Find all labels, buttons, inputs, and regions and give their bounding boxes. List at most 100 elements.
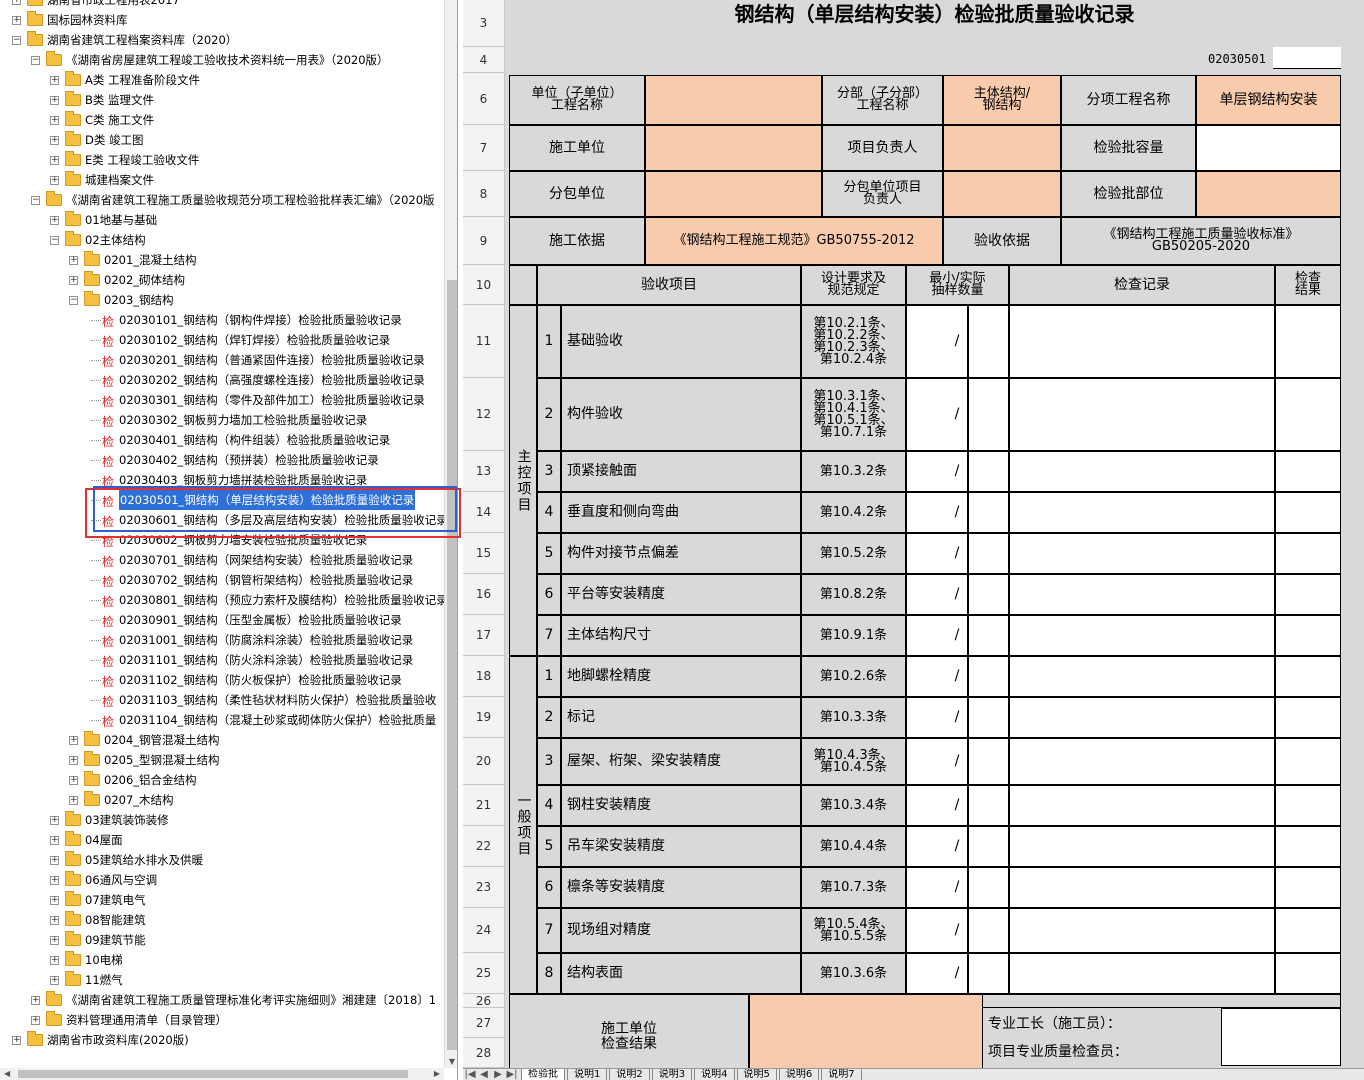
row-header[interactable]: 26 [463, 994, 505, 1008]
tree-horizontal-scrollbar[interactable]: ◀ ▶ [0, 1068, 444, 1080]
tree-item-folder[interactable]: − 02主体结构 [0, 230, 444, 250]
row-header[interactable]: 12 [463, 378, 505, 451]
expand-icon[interactable]: + [12, 0, 21, 5]
tree-item-folder[interactable]: +0201_混凝土结构 [0, 250, 444, 270]
sample-actual-field[interactable] [968, 615, 1009, 656]
tree-item-folder[interactable]: + 《湖南省建筑工程施工质量管理标准化考评实施细则》湘建建〔2018〕1 [0, 990, 444, 1010]
sample-actual-field[interactable] [968, 867, 1009, 908]
check-record-field[interactable] [1009, 908, 1275, 953]
row-header[interactable]: 21 [463, 785, 505, 826]
scroll-down-arrow-icon[interactable]: ▼ [445, 1057, 457, 1066]
check-record-field[interactable] [1009, 615, 1275, 656]
scroll-left-arrow-icon[interactable]: ◀ [4, 1068, 10, 1080]
check-result-field[interactable] [1275, 451, 1341, 492]
expand-icon[interactable]: + [12, 16, 21, 25]
row-header[interactable]: 17 [463, 615, 505, 656]
check-result-field[interactable] [1275, 615, 1341, 656]
sheet-tab[interactable]: 说明3 [651, 1069, 693, 1080]
expand-icon[interactable]: + [50, 856, 59, 865]
expand-icon[interactable]: + [50, 836, 59, 845]
expand-icon[interactable]: + [50, 116, 59, 125]
check-result-field[interactable] [1275, 826, 1341, 867]
sample-actual-field[interactable] [968, 953, 1009, 994]
sheet-tab[interactable]: 说明5 [736, 1069, 777, 1080]
row-header[interactable]: 20 [463, 738, 505, 785]
tree-item-document[interactable]: 检 02030201_钢结构（普通紧固件连接）检验批质量验收记录 [0, 350, 444, 370]
collapse-icon[interactable]: − [50, 236, 59, 245]
sub-pm-field[interactable] [943, 171, 1061, 217]
tree-item-folder[interactable]: +11燃气 [0, 970, 444, 990]
check-record-field[interactable] [1009, 451, 1275, 492]
doc-code-field[interactable] [1273, 47, 1341, 69]
sheet-tab[interactable]: 说明7 [821, 1069, 862, 1080]
tree-item-folder[interactable]: + 湖南省市政工程用表2017 [0, 0, 444, 10]
tree-item-folder[interactable]: +0202_砌体结构 [0, 270, 444, 290]
tree-item-folder[interactable]: + 资料管理通用清单（目录管理） [0, 1010, 444, 1030]
tree-item-document[interactable]: 检 02030602_钢板剪力墙安装检验批质量验收记录 [0, 530, 444, 550]
expand-icon[interactable]: + [69, 276, 78, 285]
tree-item-folder[interactable]: +01地基与基础 [0, 210, 444, 230]
sample-actual-field[interactable] [968, 492, 1009, 533]
row-header[interactable]: 4 [463, 47, 505, 73]
tree-item-folder[interactable]: + 国标园林资料库 [0, 10, 444, 30]
tab-scroll-arrow-icon[interactable]: |◀ [463, 1069, 477, 1080]
subcontractor-field[interactable] [645, 171, 822, 217]
check-record-field[interactable] [1009, 574, 1275, 615]
signature-field[interactable] [1221, 1008, 1341, 1066]
tree-item-document[interactable]: 检 02030401_钢结构（构件组装）检验批质量验收记录 [0, 430, 444, 450]
tree-item-folder[interactable]: +0204_钢管混凝土结构 [0, 730, 444, 750]
tree-item-document[interactable]: 检 02030301_钢结构（零件及部件加工）检验批质量验收记录 [0, 390, 444, 410]
sample-actual-field[interactable] [968, 697, 1009, 738]
tree-item-folder[interactable]: +09建筑节能 [0, 930, 444, 950]
check-result-field[interactable] [1275, 785, 1341, 826]
sample-actual-field[interactable] [968, 574, 1009, 615]
sample-actual-field[interactable] [968, 305, 1009, 378]
tree-item-folder[interactable]: +0207_木结构 [0, 790, 444, 810]
sheet-tab[interactable]: 说明6 [778, 1069, 820, 1080]
row-header[interactable]: 18 [463, 656, 505, 697]
row-header[interactable]: 27 [463, 1008, 505, 1038]
check-result-field[interactable] [1275, 656, 1341, 697]
sheet-tab[interactable]: 说明2 [609, 1069, 650, 1080]
row-header[interactable]: 24 [463, 908, 505, 953]
tree-item-document[interactable]: 检 02030202_钢结构（高强度螺栓连接）检验批质量验收记录 [0, 370, 444, 390]
tree-item-document[interactable]: 检 02030901_钢结构（压型金属板）检验批质量验收记录 [0, 610, 444, 630]
tree-item-document[interactable]: 检 02031102_钢结构（防火板保护）检验批质量验收记录 [0, 670, 444, 690]
contractor-field[interactable] [645, 125, 822, 171]
tree-item-document[interactable]: 检 02030403_钢板剪力墙拼装检验批质量验收记录 [0, 470, 444, 490]
collapse-icon[interactable]: − [31, 196, 40, 205]
tree-vertical-scrollbar[interactable]: ▼ [444, 0, 457, 1068]
check-record-field[interactable] [1009, 533, 1275, 574]
sample-actual-field[interactable] [968, 378, 1009, 451]
check-record-field[interactable] [1009, 738, 1275, 785]
expand-icon[interactable]: + [69, 256, 78, 265]
tree-item-folder[interactable]: + A类 工程准备阶段文件 [0, 70, 444, 90]
tree-item-folder[interactable]: − 0203_钢结构 [0, 290, 444, 310]
accept-basis-value[interactable]: 《钢结构工程施工质量验收标准》 GB50205-2020 [1061, 217, 1341, 265]
tree-item-folder[interactable]: +07建筑电气 [0, 890, 444, 910]
sample-actual-field[interactable] [968, 656, 1009, 697]
expand-icon[interactable]: + [50, 136, 59, 145]
basis-value[interactable]: 《钢结构工程施工规范》GB50755-2012 [645, 217, 943, 265]
row-header[interactable]: 10 [463, 265, 505, 305]
row-header[interactable]: 14 [463, 492, 505, 533]
tree-item-folder[interactable]: +06通风与空调 [0, 870, 444, 890]
expand-icon[interactable]: + [69, 756, 78, 765]
expand-icon[interactable]: + [50, 896, 59, 905]
check-result-field[interactable] [1275, 305, 1341, 378]
tree-item-document[interactable]: 检 02031103_钢结构（柔性毡状材料防火保护）检验批质量验收 [0, 690, 444, 710]
row-header[interactable]: 13 [463, 451, 505, 492]
tree-item-folder[interactable]: + E类 工程竣工验收文件 [0, 150, 444, 170]
check-record-field[interactable] [1009, 305, 1275, 378]
check-record-field[interactable] [1009, 867, 1275, 908]
check-record-field[interactable] [1009, 953, 1275, 994]
expand-icon[interactable]: + [50, 976, 59, 985]
tree-item-folder[interactable]: +10电梯 [0, 950, 444, 970]
check-result-field[interactable] [1275, 908, 1341, 953]
tree-item-folder[interactable]: +03建筑装饰装修 [0, 810, 444, 830]
row-header[interactable]: 7 [463, 125, 505, 171]
tree-item-document[interactable]: 检 02030801_钢结构（预应力索杆及膜结构）检验批质量验收记录 [0, 590, 448, 610]
item-name-value[interactable]: 单层钢结构安装 [1196, 75, 1341, 125]
tree-item-folder[interactable]: +0205_型钢混凝土结构 [0, 750, 444, 770]
check-record-field[interactable] [1009, 656, 1275, 697]
